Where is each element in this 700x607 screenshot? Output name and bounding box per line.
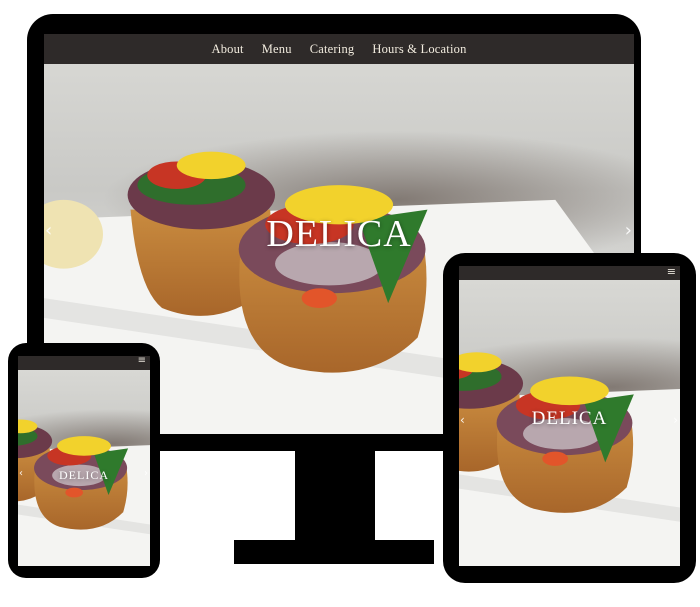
hero-brand-title: DELICA xyxy=(59,468,109,482)
chevron-right-icon[interactable]: › xyxy=(625,220,632,241)
phone-screen: ≡ DELICA ‹ › xyxy=(18,356,150,566)
site-navbar: ≡ xyxy=(18,356,150,370)
site-navbar: ≡ xyxy=(459,266,680,280)
hamburger-icon[interactable]: ≡ xyxy=(667,266,676,277)
nav-catering-link[interactable]: Catering xyxy=(310,42,355,57)
nav-hours-location-link[interactable]: Hours & Location xyxy=(372,42,466,57)
nav-menu-link[interactable]: Menu xyxy=(262,42,292,57)
hero-brand-title: DELICA xyxy=(531,408,608,429)
site-navbar: About Menu Catering Hours & Location xyxy=(44,34,634,64)
chevron-left-icon[interactable]: ‹ xyxy=(45,220,52,241)
hamburger-icon[interactable]: ≡ xyxy=(138,356,146,366)
nav-menu: About Menu Catering Hours & Location xyxy=(44,34,634,64)
chevron-right-icon[interactable]: › xyxy=(144,468,148,479)
nav-about-link[interactable]: About xyxy=(211,42,243,57)
hero-brand-title: DELICA xyxy=(266,213,412,255)
chevron-right-icon[interactable]: › xyxy=(673,413,678,427)
tablet-screen: ≡ DELICA ‹ › xyxy=(459,266,680,566)
monitor-stand-neck xyxy=(295,449,375,544)
chevron-left-icon[interactable]: ‹ xyxy=(460,413,465,427)
chevron-left-icon[interactable]: ‹ xyxy=(19,468,23,479)
monitor-stand-base xyxy=(234,540,434,564)
